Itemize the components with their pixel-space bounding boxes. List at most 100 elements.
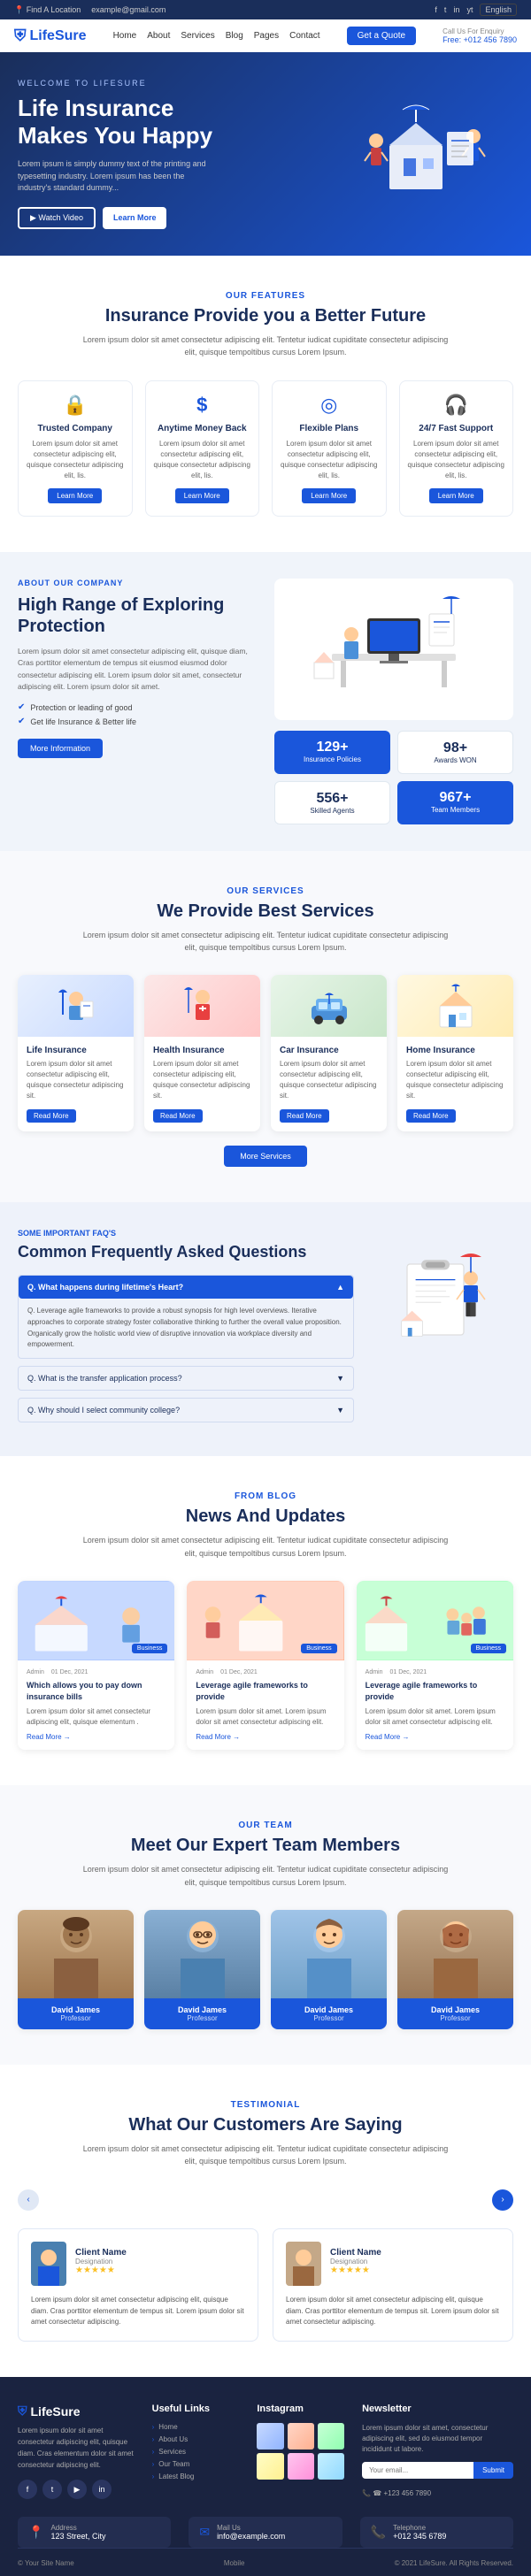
team-footer-1: David James Professor	[18, 1998, 134, 2029]
testimonial-name-1: Client Name	[75, 2248, 127, 2258]
team-name-3: David James	[278, 2005, 380, 2014]
hero-title: Life Insurance Makes You Happy	[18, 95, 354, 150]
insta-3[interactable]	[318, 2423, 344, 2450]
footer-link-about[interactable]: About Us	[152, 2435, 240, 2443]
home-read-btn[interactable]: Read More	[406, 1109, 456, 1123]
nav-blog[interactable]: Blog	[226, 31, 243, 41]
faq-chevron-1: ▲	[336, 1283, 344, 1292]
footer-copy-left: © Your Site Name	[18, 2559, 74, 2567]
insta-4[interactable]	[257, 2453, 283, 2480]
faq-item-2: Q. What is the transfer application proc…	[18, 1366, 354, 1391]
social-tw[interactable]: t	[444, 5, 447, 14]
testimonial-label: Testimonial	[18, 2100, 513, 2110]
footer-social-yt[interactable]: ▶	[67, 2480, 87, 2499]
footer-link-blog[interactable]: Latest Blog	[152, 2472, 240, 2480]
faq-item-1: Q. What happens during lifetime's Heart?…	[18, 1275, 354, 1359]
stat-awards: 98+ Awards WON	[397, 731, 513, 774]
more-services-button[interactable]: More Services	[224, 1146, 307, 1167]
services-label: Our Services	[18, 886, 513, 896]
footer-social-fb[interactable]: f	[18, 2480, 37, 2499]
language-selector[interactable]: English	[480, 4, 517, 16]
testimonial-name-2: Client Name	[330, 2248, 381, 2258]
faq-right	[372, 1229, 513, 1373]
watch-video-button[interactable]: ▶ Watch Video	[18, 207, 96, 229]
blog-desc-3: Lorem ipsum dolor sit amet. Lorem ipsum …	[366, 1706, 504, 1728]
plans-desc: Lorem ipsum dolor sit amet consectetur a…	[280, 439, 379, 481]
support-learn-btn[interactable]: Learn More	[429, 488, 483, 503]
team-role-3: Professor	[278, 2014, 380, 2022]
telephone-label: Telephone	[393, 2524, 446, 2532]
faq-question-2[interactable]: Q. What is the transfer application proc…	[19, 1367, 353, 1390]
features-desc: Lorem ipsum dolor sit amet consectetur a…	[80, 334, 451, 359]
faq-question-3[interactable]: Q. Why should I select community college…	[19, 1399, 353, 1422]
blog-read-3[interactable]: Read More →	[366, 1733, 504, 1741]
check-icon-1: ✔	[18, 702, 25, 712]
footer-social-tw[interactable]: t	[42, 2480, 62, 2499]
blog-read-2[interactable]: Read More →	[196, 1733, 335, 1741]
check-icon-2: ✔	[18, 717, 25, 726]
logo[interactable]: ⛨ LifeSure	[14, 27, 87, 45]
nav-services[interactable]: Services	[181, 31, 214, 41]
social-fb[interactable]: f	[435, 5, 437, 14]
testimonial-prev-btn[interactable]: ‹	[18, 2189, 39, 2211]
more-info-button[interactable]: More Information	[18, 739, 103, 758]
insta-2[interactable]	[288, 2423, 314, 2450]
health-read-btn[interactable]: Read More	[153, 1109, 203, 1123]
services-section: Our Services We Provide Best Services Lo…	[0, 851, 531, 1203]
blog-card-1: Business Admin 01 Dec, 2021 Which allows…	[18, 1581, 174, 1750]
team-footer-2: David James Professor	[144, 1998, 260, 2029]
service-health-image	[144, 975, 260, 1037]
footer-social-in[interactable]: in	[92, 2480, 112, 2499]
life-read-btn[interactable]: Read More	[27, 1109, 76, 1123]
faq-question-1[interactable]: Q. What happens during lifetime's Heart?…	[19, 1276, 353, 1299]
get-quote-button[interactable]: Get a Quote	[347, 27, 416, 45]
nav-about[interactable]: About	[147, 31, 170, 41]
testimonial-text-1: Lorem ipsum dolor sit amet consectetur a…	[31, 2295, 245, 2328]
footer-link-home[interactable]: Home	[152, 2423, 240, 2431]
plans-learn-btn[interactable]: Learn More	[302, 488, 356, 503]
money-learn-btn[interactable]: Learn More	[175, 488, 229, 503]
team-role-4: Professor	[404, 2014, 506, 2022]
newsletter-desc: Lorem ipsum dolor sit amet, consectetur …	[362, 2423, 513, 2455]
learn-more-button[interactable]: Learn More	[103, 207, 167, 229]
footer-phone: 📞 ☎ +123 456 7890	[362, 2489, 513, 2497]
mail-value: info@example.com	[217, 2532, 285, 2541]
footer-newsletter: Newsletter Lorem ipsum dolor sit amet, c…	[362, 2404, 513, 2499]
stat-members: 967+ Team Members	[397, 781, 513, 824]
footer-link-services[interactable]: Services	[152, 2448, 240, 2456]
trusted-learn-btn[interactable]: Learn More	[48, 488, 102, 503]
insta-1[interactable]	[257, 2423, 283, 2450]
blog-title: News And Updates	[18, 1506, 513, 1527]
testimonial-card-2: Client Name Designation ★★★★★ Lorem ipsu…	[273, 2228, 513, 2342]
about-label: About Our Company	[18, 579, 257, 587]
nav-links: Home About Services Blog Pages Contact	[113, 31, 320, 41]
about-section: About Our Company High Range of Explorin…	[0, 552, 531, 851]
insta-5[interactable]	[288, 2453, 314, 2480]
team-card-3: David James Professor	[271, 1910, 387, 2029]
social-in[interactable]: in	[453, 5, 459, 14]
nav-pages[interactable]: Pages	[254, 31, 279, 41]
faq-section: Some Important FAQ's Common Frequently A…	[0, 1202, 531, 1456]
nav-home[interactable]: Home	[113, 31, 137, 41]
nav-contact[interactable]: Contact	[289, 31, 319, 41]
team-image-3	[271, 1910, 387, 1998]
blog-section: From Blog News And Updates Lorem ipsum d…	[0, 1456, 531, 1785]
car-read-btn[interactable]: Read More	[280, 1109, 329, 1123]
newsletter-submit-btn[interactable]: Submit	[473, 2462, 513, 2479]
testimonial-nav: ‹ ›	[18, 2189, 513, 2211]
plans-icon: ◎	[280, 394, 379, 417]
blog-card-2: Business Admin 01 Dec, 2021 Leverage agi…	[187, 1581, 343, 1750]
blog-read-1[interactable]: Read More →	[27, 1733, 165, 1741]
blog-card-3: Business Admin 01 Dec, 2021 Leverage agi…	[357, 1581, 513, 1750]
life-desc: Lorem ipsum dolor sit amet consectetur a…	[27, 1059, 125, 1101]
blog-title-3: Leverage agile frameworks to provide	[366, 1680, 504, 1702]
newsletter-input[interactable]	[362, 2462, 473, 2479]
social-yt[interactable]: yt	[466, 5, 473, 14]
blog-badge-1: Business	[132, 1644, 167, 1653]
about-left: About Our Company High Range of Explorin…	[18, 579, 257, 824]
testimonial-header-1: Client Name Designation ★★★★★	[31, 2242, 245, 2286]
footer-link-team[interactable]: Our Team	[152, 2460, 240, 2468]
faq-left: Some Important FAQ's Common Frequently A…	[18, 1229, 354, 1430]
testimonial-next-btn[interactable]: ›	[492, 2189, 513, 2211]
insta-6[interactable]	[318, 2453, 344, 2480]
